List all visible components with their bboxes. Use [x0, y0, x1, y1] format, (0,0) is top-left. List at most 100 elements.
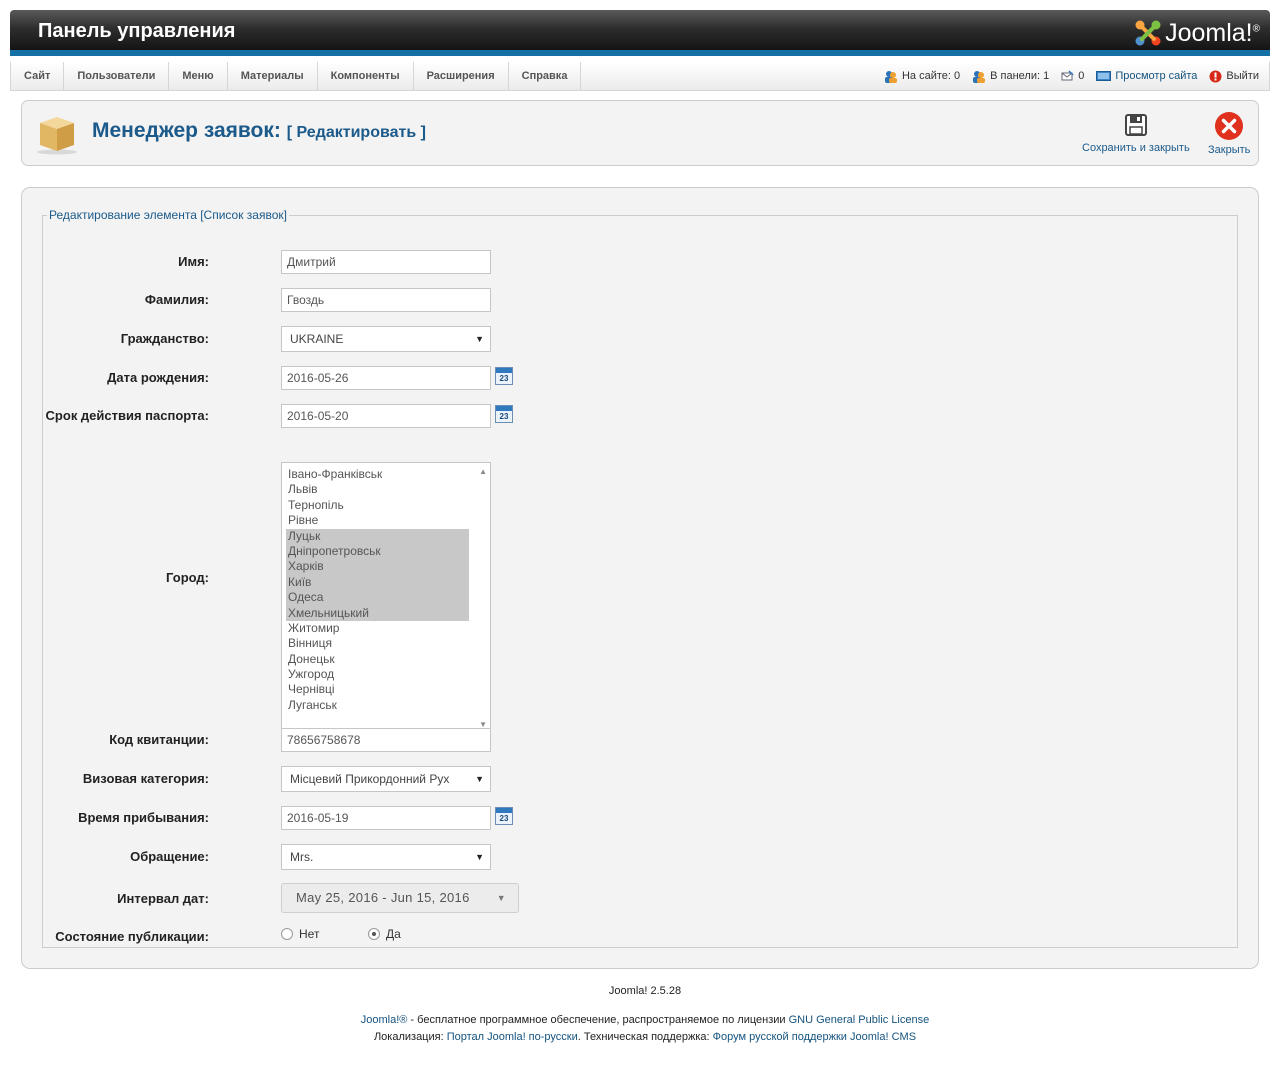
footer-version: Joomla! 2.5.28 — [608, 985, 682, 997]
calendar-icon[interactable]: 23 — [495, 405, 513, 423]
city-option[interactable]: Хмельницький — [286, 605, 469, 621]
footer-joomla-link[interactable]: Joomla!® — [361, 1014, 408, 1026]
messages-count: 0 — [1078, 70, 1085, 82]
logout-text: Выйти — [1226, 70, 1259, 82]
page-title: Менеджер заявок: [ Редактировать ] — [92, 119, 426, 143]
online-site-status: На сайте: 0 — [884, 70, 960, 83]
main-menu: Сайт Пользователи Меню Материалы Компоне… — [10, 62, 1270, 91]
status-bar: На сайте: 0 В панели: 1 0 Просмотр сайта — [884, 62, 1269, 90]
calendar-icon[interactable]: 23 — [495, 807, 513, 825]
footer-localization-line: Локализация: Портал Joomla! по-русски. Т… — [0, 1031, 1280, 1043]
menu-extensions[interactable]: Расширения — [414, 62, 509, 90]
city-option[interactable]: Вінниця — [286, 636, 469, 651]
passport-expiry-input[interactable]: 2016-05-20 — [281, 404, 491, 428]
menu-components[interactable]: Компоненты — [318, 62, 414, 90]
arrival-time-input[interactable]: 2016-05-19 — [281, 806, 491, 830]
publish-yes-label: Да — [386, 927, 401, 941]
city-option[interactable]: Житомир — [286, 621, 469, 636]
city-option[interactable]: Ужгород — [286, 667, 469, 682]
page-title-main: Менеджер заявок: — [92, 119, 281, 142]
monitor-icon — [1096, 70, 1112, 81]
city-label: Город: — [166, 570, 209, 585]
chevron-down-icon: ▼ — [475, 334, 484, 344]
city-listbox[interactable]: Івано-Франківськ Львів Тернопіль Рівне Луцьк… — [281, 462, 491, 734]
city-option[interactable]: Чернівці — [286, 682, 469, 697]
admin-panel-title: Панель управления — [38, 20, 236, 42]
citizenship-label: Гражданство: — [120, 331, 209, 346]
city-option[interactable]: Харків — [286, 559, 469, 575]
footer-license-text: - бесплатное программное обеспечение, ра… — [407, 1014, 789, 1026]
passport-expiry-label: Срок действия паспорта: — [45, 408, 209, 423]
salutation-value: Mrs. — [290, 850, 314, 864]
visa-category-select[interactable]: Місцевий Прикордонний Рух ▼ — [281, 766, 491, 792]
menu-users[interactable]: Пользователи — [64, 62, 170, 90]
city-option[interactable]: Івано-Франківськ — [286, 467, 469, 482]
scroll-up-icon[interactable]: ▲ — [479, 467, 487, 476]
salutation-select[interactable]: Mrs. ▼ — [281, 844, 491, 870]
citizenship-value: UKRAINE — [290, 332, 344, 346]
citizenship-select[interactable]: UKRAINE ▼ — [281, 326, 491, 352]
menu-content[interactable]: Материалы — [228, 62, 318, 90]
receipt-code-label: Код квитанции: — [109, 732, 209, 747]
publish-no-radio[interactable]: Нет — [281, 927, 319, 941]
arrival-time-label: Время прибывания: — [78, 810, 209, 825]
publish-state-label: Состояние публикации: — [55, 929, 209, 944]
close-icon — [1215, 112, 1244, 140]
birth-date-label: Дата рождения: — [107, 370, 209, 385]
form-panel: Редактирование элемента [Список заявок] … — [21, 187, 1259, 969]
menu-help[interactable]: Справка — [509, 62, 582, 90]
city-option[interactable]: Київ — [286, 574, 469, 591]
date-range-value: May 25, 2016 - Jun 15, 2016 — [296, 890, 470, 905]
city-option[interactable]: Львів — [286, 482, 469, 497]
birth-date-input[interactable]: 2016-05-26 — [281, 366, 491, 390]
in-panel-text: В панели: 1 — [990, 70, 1050, 82]
close-button[interactable]: Закрыть — [1208, 111, 1250, 156]
edit-fieldset: Редактирование элемента [Список заявок] … — [42, 208, 1238, 948]
view-site-text: Просмотр сайта — [1115, 70, 1198, 82]
save-close-button[interactable]: Сохранить и закрыть — [1082, 113, 1190, 154]
footer-localization-text: Локализация: — [373, 1031, 447, 1043]
city-options: Івано-Франківськ Львів Тернопіль Рівне Луцьк… — [286, 467, 486, 713]
city-option[interactable]: Одеса — [286, 590, 469, 606]
users-icon — [973, 70, 986, 83]
city-option[interactable]: Дніпропетровськ — [286, 543, 469, 560]
chevron-down-icon: ▼ — [496, 893, 506, 903]
footer-gpl-link[interactable]: GNU General Public License — [789, 1014, 930, 1026]
city-option[interactable]: Луцьк — [286, 528, 469, 544]
date-range-picker[interactable]: May 25, 2016 - Jun 15, 2016 ▼ — [281, 883, 519, 913]
page-title-action: [ Редактировать ] — [286, 124, 426, 141]
salutation-label: Обращение: — [130, 849, 209, 864]
joomla-logo-icon — [1135, 20, 1161, 46]
view-site-link[interactable]: Просмотр сайта — [1096, 70, 1197, 82]
footer-license-line: Joomla!® - бесплатное программное обеспе… — [0, 1014, 1280, 1026]
fieldset-legend: Редактирование элемента [Список заявок] — [49, 208, 287, 222]
message-icon — [1061, 70, 1074, 81]
receipt-code-input[interactable]: 78656758678 — [281, 728, 491, 752]
city-option[interactable]: Луганськ — [286, 698, 469, 713]
city-option[interactable]: Донецьк — [286, 652, 469, 667]
publish-yes-radio[interactable]: Да — [368, 927, 401, 941]
save-icon — [1124, 114, 1147, 136]
users-icon — [884, 70, 897, 83]
menu-menus[interactable]: Меню — [169, 62, 228, 90]
logout-link[interactable]: Выйти — [1209, 70, 1259, 83]
city-option[interactable]: Рівне — [286, 513, 469, 528]
logout-icon — [1209, 70, 1222, 82]
footer-support-text: . Техническая поддержка: — [577, 1031, 713, 1043]
online-site-text: На сайте: 0 — [901, 70, 961, 82]
city-option[interactable]: Тернопіль — [286, 498, 469, 513]
first-name-input[interactable]: Дмитрий — [281, 250, 491, 274]
last-name-input[interactable]: Гвоздь — [281, 288, 491, 312]
messages-status[interactable]: 0 — [1061, 70, 1084, 82]
radio-on-icon — [368, 928, 380, 940]
menu-site[interactable]: Сайт — [11, 62, 65, 90]
last-name-label: Фамилия: — [144, 292, 209, 307]
footer-portal-link[interactable]: Портал Joomla! по-русски — [447, 1031, 578, 1043]
first-name-label: Имя: — [178, 254, 209, 269]
publish-no-label: Нет — [299, 927, 320, 941]
visa-category-value: Місцевий Прикордонний Рух — [290, 772, 450, 786]
close-label: Закрыть — [1208, 144, 1251, 156]
visa-category-label: Визовая категория: — [82, 771, 209, 786]
footer-forum-link[interactable]: Форум русской поддержки Joomla! CMS — [713, 1031, 916, 1043]
calendar-icon[interactable]: 23 — [495, 367, 513, 385]
